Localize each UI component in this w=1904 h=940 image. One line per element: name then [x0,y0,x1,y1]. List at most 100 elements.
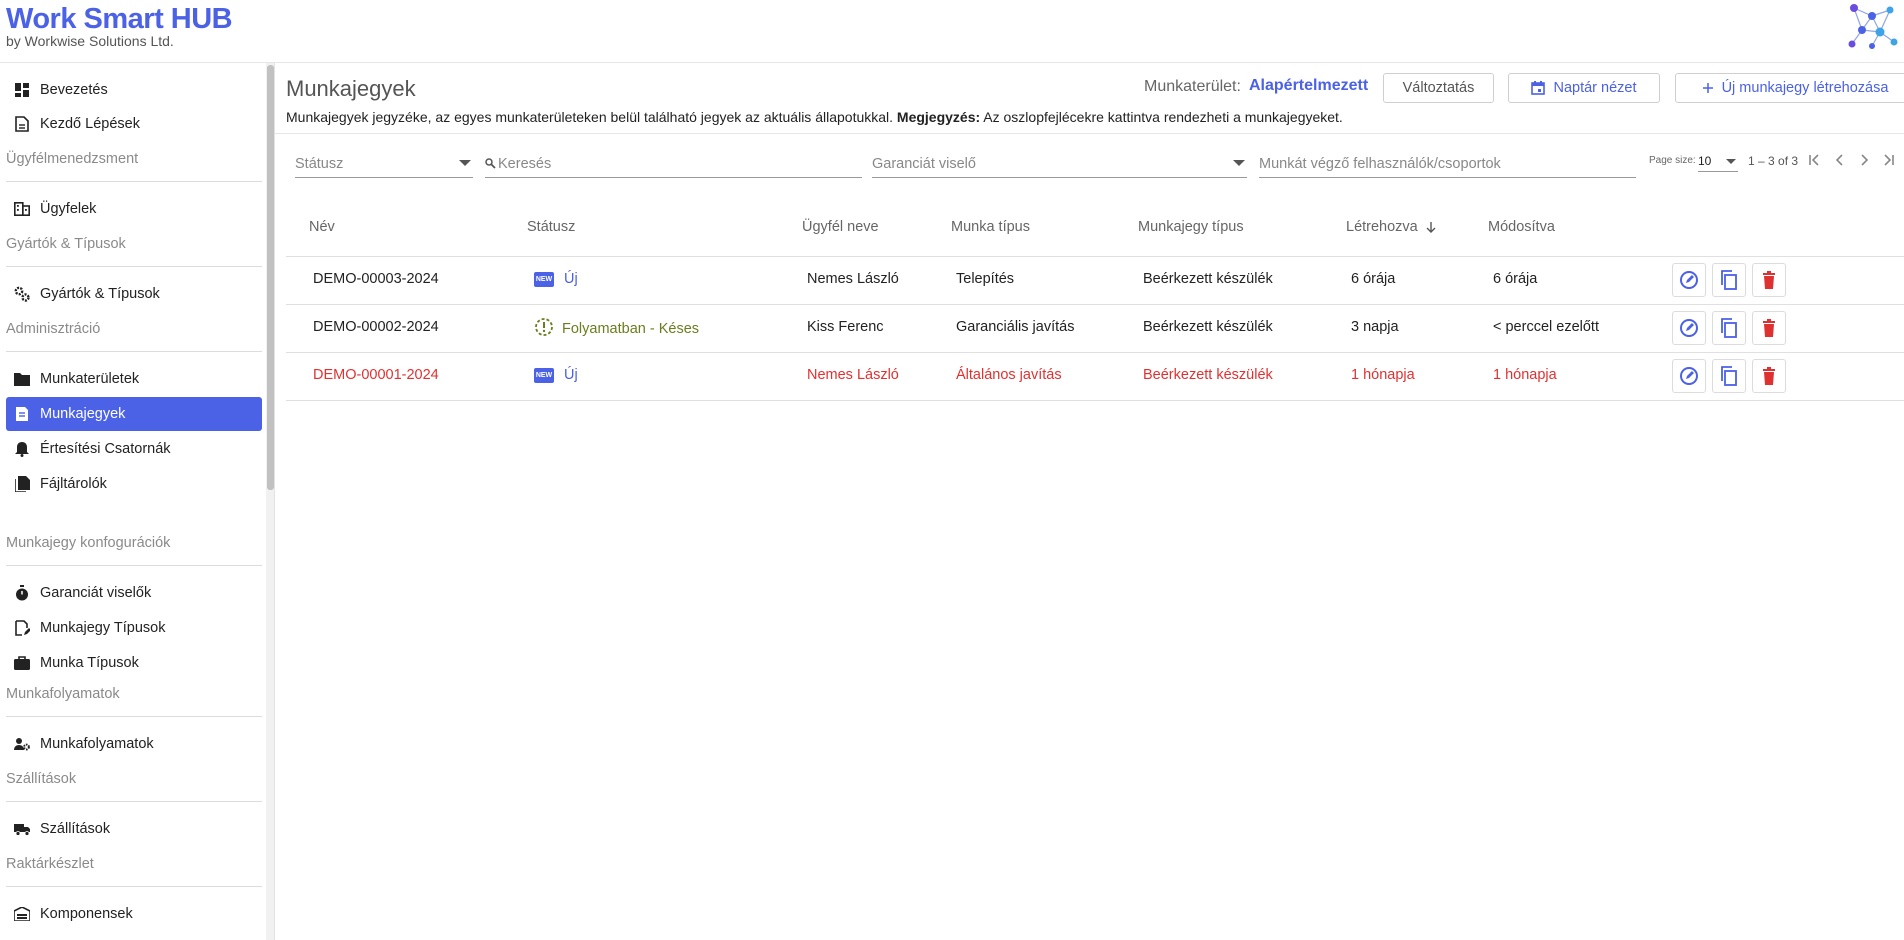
bell-icon [14,441,30,457]
column-header-modified[interactable]: Módosítva [1488,219,1555,235]
copy-icon [1721,270,1737,290]
column-header-work-type[interactable]: Munka típus [951,219,1030,235]
change-workspace-button[interactable]: Változtatás [1383,73,1494,103]
table-divider [286,304,1904,305]
edit-button[interactable] [1672,263,1706,297]
sidebar-item-bevezetes[interactable]: Bevezetés [6,73,262,107]
duplicate-button[interactable] [1712,311,1746,345]
edit-icon [1680,319,1698,337]
ticket-type: Beérkezett készülék [1143,367,1273,383]
sidebar-item-gyartok-tipusok[interactable]: Gyártók & Típusok [6,277,262,311]
sidebar-item-munka-tipusok[interactable]: Munka Típusok [6,646,262,680]
new-ticket-button[interactable]: Új munkajegy létrehozása [1675,73,1904,103]
duplicate-button[interactable] [1712,263,1746,297]
chevron-down-icon [1233,160,1245,166]
column-header-customer[interactable]: Ügyfél neve [802,219,879,235]
search-input[interactable]: Keresés [485,150,862,178]
calendar-icon [1531,81,1546,95]
delete-button[interactable] [1752,263,1786,297]
sidebar-item-label: Fájltárolók [40,476,107,492]
brand-title[interactable]: Work Smart HUB [6,3,233,36]
work-type: Általános javítás [956,367,1062,383]
previous-page-button[interactable] [1829,149,1851,171]
section-divider [6,801,262,802]
sidebar-item-ugyfelek[interactable]: Ügyfelek [6,192,262,226]
sidebar-item-label: Munkafolyamatok [40,736,154,752]
section-title-raktarkeszlet: Raktárkészlet [6,856,94,872]
status-filter-select[interactable]: Státusz [295,150,473,178]
sidebar-item-munkajegy-tipusok[interactable]: Munkajegy Típusok [6,611,262,645]
edit-button[interactable] [1672,311,1706,345]
edit-button[interactable] [1672,359,1706,393]
change-workspace-label: Változtatás [1402,80,1475,96]
ticket-name[interactable]: DEMO-00001-2024 [313,367,439,383]
sidebar-item-munkateruletek[interactable]: Munkaterületek [6,362,262,396]
last-page-icon [1884,154,1894,166]
section-divider [6,181,262,182]
section-title-ugyfelmenedzsment: Ügyfélmenedzsment [6,151,139,167]
sidebar-item-munkajegyek[interactable]: Munkajegyek [6,397,262,431]
column-header-name[interactable]: Név [309,219,335,235]
column-header-created-label: Létrehozva [1346,219,1418,235]
last-page-button[interactable] [1877,149,1899,171]
assignee-filter-placeholder: Munkát végző felhasználók/csoportok [1259,155,1501,172]
trash-icon [1763,319,1775,337]
sidebar-scrollbar-thumb[interactable] [267,65,274,490]
arrow-down-icon [1426,221,1436,234]
description-text: Munkajegyek jegyzéke, az egyes munkaterü… [286,109,894,125]
assignee-filter-input[interactable]: Munkát végző felhasználók/csoportok [1259,150,1636,178]
pagination-range: 1 – 3 of 3 [1748,154,1799,168]
sidebar-item-ertesitesi-csatornak[interactable]: Értesítési Csatornák [6,432,262,466]
section-divider [6,565,262,566]
first-page-button[interactable] [1804,149,1826,171]
briefcase-icon [14,655,30,671]
modified-at: 6 órája [1493,271,1538,287]
delete-button[interactable] [1752,311,1786,345]
section-divider [6,351,262,352]
next-page-button[interactable] [1853,149,1875,171]
sidebar-item-munkafolyamatok[interactable]: Munkafolyamatok [6,727,262,761]
work-type: Garanciális javítás [956,319,1075,335]
pending-clock-icon [534,317,554,341]
status-filter-placeholder: Státusz [295,155,344,172]
sidebar-item-komponensek[interactable]: Komponensek [6,897,262,931]
customer-name: Nemes László [807,367,899,383]
chevron-down-icon [1726,159,1736,164]
chevron-right-icon [1861,154,1869,166]
search-placeholder: Keresés [498,155,552,172]
search-icon [485,158,496,169]
ticket-type: Beérkezett készülék [1143,319,1273,335]
ticket-name[interactable]: DEMO-00003-2024 [313,271,439,287]
folder-icon [14,371,30,387]
delete-button[interactable] [1752,359,1786,393]
sidebar-item-fajltarolok[interactable]: Fájltárolók [6,467,262,501]
sidebar-item-garanciat-viselok[interactable]: Garanciát viselők [6,576,262,610]
new-ticket-label: Új munkajegy létrehozása [1721,80,1889,96]
sidebar-item-label: Munkajegy Típusok [40,620,166,636]
duplicate-button[interactable] [1712,359,1746,393]
ticket-name[interactable]: DEMO-00002-2024 [313,319,439,335]
edit-icon [1680,271,1698,289]
ticket-status: NEW Új [534,367,578,383]
calendar-view-button[interactable]: Naptár nézet [1508,73,1660,103]
sidebar: Bevezetés Kezdő Lépések Ügyfélmenedzsmen… [0,63,275,940]
person-gear-icon [14,736,30,752]
network-logo-icon[interactable] [1846,2,1898,50]
warranty-filter-placeholder: Garanciát viselő [872,155,976,172]
document-icon [14,116,30,132]
sidebar-item-label: Komponensek [40,906,133,922]
created-at: 1 hónapja [1351,367,1415,383]
created-at: 6 órája [1351,271,1396,287]
section-divider [6,716,262,717]
sidebar-item-szallitasok[interactable]: Szállítások [6,812,262,846]
trash-icon [1763,271,1775,289]
column-header-created[interactable]: Létrehozva [1346,219,1436,235]
sidebar-item-kezdo-lepesek[interactable]: Kezdő Lépések [6,107,262,141]
edit-icon [1680,367,1698,385]
column-header-ticket-type[interactable]: Munkajegy típus [1138,219,1244,235]
dashboard-icon [14,82,30,98]
warranty-filter-select[interactable]: Garanciát viselő [872,150,1247,178]
column-header-status[interactable]: Státusz [527,219,575,235]
customer-name: Kiss Ferenc [807,319,884,335]
page-size-select[interactable]: 10 [1698,150,1738,172]
